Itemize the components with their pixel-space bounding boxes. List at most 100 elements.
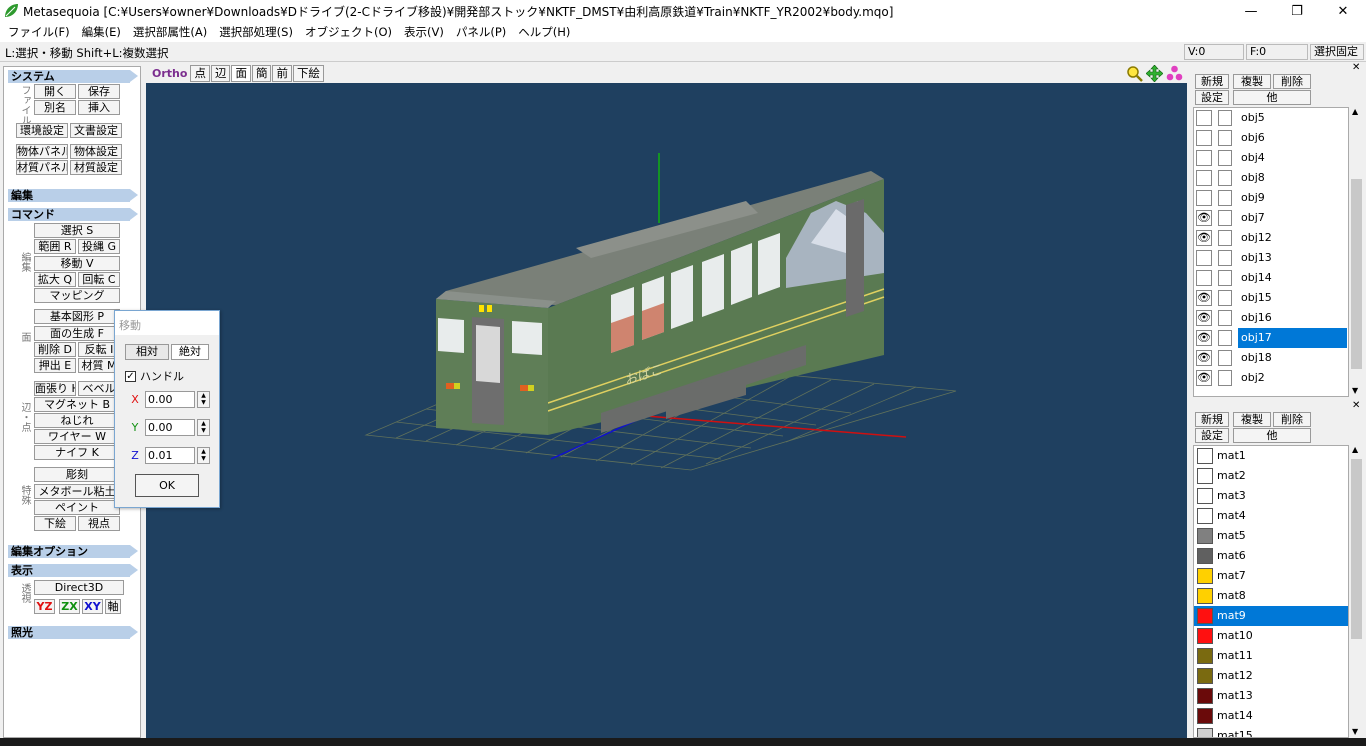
menu-object[interactable]: オブジェクト(O)	[299, 24, 398, 40]
material-row[interactable]: mat5	[1194, 526, 1348, 546]
material-panel-button[interactable]: 材質パネル	[16, 160, 68, 175]
material-row[interactable]: mat12	[1194, 666, 1348, 686]
object-row[interactable]: 👁 obj17	[1194, 328, 1348, 348]
scroll-down-icon[interactable]: ▼	[1352, 727, 1358, 736]
absolute-tab[interactable]: 絶対	[171, 344, 209, 360]
material-row[interactable]: mat10	[1194, 626, 1348, 646]
wire-tool-button[interactable]: ワイヤー W	[34, 429, 120, 444]
object-scroll-thumb[interactable]	[1351, 179, 1362, 369]
paint-tool-button[interactable]: ペイント	[34, 500, 120, 515]
object-copy-button[interactable]: 複製	[1233, 74, 1271, 89]
lock-toggle[interactable]	[1218, 290, 1232, 306]
save-as-button[interactable]: 別名	[34, 100, 76, 115]
visibility-toggle[interactable]	[1196, 170, 1212, 186]
extrude-tool-button[interactable]: 押出 E	[34, 358, 76, 373]
y-spinner[interactable]: ▲ ▼	[197, 418, 210, 436]
material-color-swatch[interactable]	[1197, 608, 1213, 624]
material-settings-button-right[interactable]: 設定	[1195, 428, 1229, 443]
range-select-button[interactable]: 範囲 R	[34, 239, 76, 254]
eye-icon[interactable]: 👁	[1196, 370, 1212, 386]
doc-settings-button[interactable]: 文書設定	[70, 123, 122, 138]
material-color-swatch[interactable]	[1197, 448, 1213, 464]
object-panel-close-icon[interactable]: ✕	[1352, 62, 1360, 73]
material-row[interactable]: mat14	[1194, 706, 1348, 726]
lock-toggle[interactable]	[1218, 130, 1232, 146]
lock-toggle[interactable]	[1218, 210, 1232, 226]
lock-toggle[interactable]	[1218, 150, 1232, 166]
simple-mode-button[interactable]: 簡	[251, 64, 272, 82]
scale-tool-button[interactable]: 拡大 Q	[34, 272, 76, 287]
material-scroll-thumb[interactable]	[1351, 459, 1362, 639]
eye-icon[interactable]: 👁	[1196, 230, 1212, 246]
object-new-button[interactable]: 新規	[1195, 74, 1229, 89]
material-color-swatch[interactable]	[1197, 668, 1213, 684]
material-settings-button[interactable]: 材質設定	[70, 160, 122, 175]
lock-toggle[interactable]	[1218, 190, 1232, 206]
ok-button[interactable]: OK	[135, 474, 199, 497]
zx-view-button[interactable]: ZX	[59, 599, 80, 614]
face-stretch-button[interactable]: 面張り H	[34, 381, 76, 396]
object-row[interactable]: obj5	[1194, 108, 1348, 128]
menu-panel[interactable]: パネル(P)	[450, 24, 512, 40]
material-row[interactable]: mat15	[1194, 726, 1348, 737]
visibility-toggle[interactable]	[1196, 270, 1212, 286]
basic-shape-button[interactable]: 基本図形 P	[34, 309, 120, 324]
y-offset-input[interactable]: 0.00	[145, 418, 195, 436]
material-row[interactable]: mat2	[1194, 466, 1348, 486]
lighting-header[interactable]: 照光	[8, 626, 138, 639]
lock-toggle[interactable]	[1218, 230, 1232, 246]
rotate-view-icon[interactable]	[1166, 65, 1183, 82]
object-row[interactable]: 👁 obj16	[1194, 308, 1348, 328]
axis-toggle-button[interactable]: 軸	[105, 599, 121, 614]
relative-tab[interactable]: 相対	[125, 344, 169, 360]
material-copy-button[interactable]: 複製	[1233, 412, 1271, 427]
material-other-button[interactable]: 他	[1233, 428, 1311, 443]
eye-icon[interactable]: 👁	[1196, 310, 1212, 326]
material-color-swatch[interactable]	[1197, 728, 1213, 737]
material-list-scrollbar[interactable]: ▲ ▼	[1349, 445, 1364, 738]
material-color-swatch[interactable]	[1197, 628, 1213, 644]
eye-icon[interactable]: 👁	[1196, 210, 1212, 226]
x-offset-input[interactable]: 0.00	[145, 390, 195, 408]
object-row[interactable]: 👁 obj18	[1194, 348, 1348, 368]
delete-tool-button[interactable]: 削除 D	[34, 342, 76, 357]
eye-icon[interactable]: 👁	[1196, 330, 1212, 346]
material-color-swatch[interactable]	[1197, 568, 1213, 584]
knife-tool-button[interactable]: ナイフ K	[34, 445, 120, 460]
lock-toggle[interactable]	[1218, 270, 1232, 286]
material-panel-close-icon[interactable]: ✕	[1352, 400, 1360, 411]
material-row[interactable]: mat11	[1194, 646, 1348, 666]
point-mode-button[interactable]: 点	[190, 64, 210, 82]
menu-file[interactable]: ファイル(F)	[2, 24, 76, 40]
yz-view-button[interactable]: YZ	[34, 599, 55, 614]
material-row[interactable]: mat9	[1194, 606, 1348, 626]
object-row[interactable]: 👁 obj7	[1194, 208, 1348, 228]
menu-help[interactable]: ヘルプ(H)	[512, 24, 576, 40]
menu-selection-attributes[interactable]: 選択部属性(A)	[127, 24, 213, 40]
material-delete-button[interactable]: 削除	[1273, 412, 1311, 427]
selection-lock-button[interactable]: 選択固定	[1310, 44, 1364, 60]
edit-option-header[interactable]: 編集オプション	[8, 545, 138, 558]
object-settings-button[interactable]: 物体設定	[70, 144, 122, 159]
visibility-toggle[interactable]	[1196, 190, 1212, 206]
object-row[interactable]: obj4	[1194, 148, 1348, 168]
edit-header[interactable]: 編集	[8, 189, 138, 202]
material-color-swatch[interactable]	[1197, 468, 1213, 484]
menu-view[interactable]: 表示(V)	[398, 24, 450, 40]
insert-button[interactable]: 挿入	[78, 100, 120, 115]
z-offset-input[interactable]: 0.01	[145, 446, 195, 464]
material-row[interactable]: mat7	[1194, 566, 1348, 586]
object-row[interactable]: 👁 obj2	[1194, 368, 1348, 388]
material-new-button[interactable]: 新規	[1195, 412, 1229, 427]
object-delete-button[interactable]: 削除	[1273, 74, 1311, 89]
visibility-toggle[interactable]	[1196, 250, 1212, 266]
material-row[interactable]: mat13	[1194, 686, 1348, 706]
zoom-icon[interactable]	[1126, 65, 1143, 82]
lock-toggle[interactable]	[1218, 350, 1232, 366]
material-color-swatch[interactable]	[1197, 488, 1213, 504]
select-tool-button[interactable]: 選択 S	[34, 223, 120, 238]
scroll-down-icon[interactable]: ▼	[1352, 386, 1358, 395]
object-row[interactable]: obj8	[1194, 168, 1348, 188]
underlay-tool-button[interactable]: 下絵	[34, 516, 76, 531]
env-settings-button[interactable]: 環境設定	[16, 123, 68, 138]
